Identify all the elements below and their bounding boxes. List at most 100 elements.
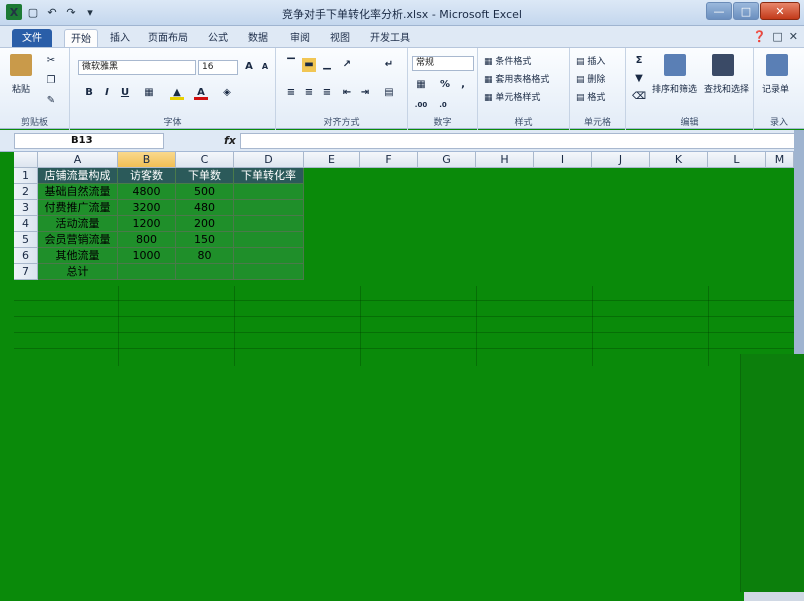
bold-button[interactable]: B bbox=[82, 86, 96, 100]
cell-d3[interactable] bbox=[234, 200, 304, 216]
cell-c4[interactable]: 200 bbox=[176, 216, 234, 232]
col-header-f[interactable]: F bbox=[360, 152, 418, 168]
cell-b6[interactable]: 1000 bbox=[118, 248, 176, 264]
col-header-h[interactable]: H bbox=[476, 152, 534, 168]
cell-a3[interactable]: 付费推广流量 bbox=[38, 200, 118, 216]
cell-b7[interactable] bbox=[118, 264, 176, 280]
percent-button[interactable]: % bbox=[438, 78, 452, 92]
sort-filter-button[interactable]: 排序和筛选 bbox=[652, 82, 697, 95]
tab-insert[interactable]: 插入 bbox=[104, 29, 136, 48]
align-middle-icon[interactable]: ▬ bbox=[302, 58, 316, 72]
grow-font-icon[interactable]: A bbox=[242, 60, 256, 74]
row-header-6[interactable]: 6 bbox=[14, 248, 38, 264]
tab-file[interactable]: 文件 bbox=[12, 29, 52, 48]
comma-button[interactable]: , bbox=[456, 78, 470, 92]
col-header-k[interactable]: K bbox=[650, 152, 708, 168]
conditional-format-button[interactable]: ▦ 条件格式 bbox=[484, 54, 531, 67]
ribbon-close-icon[interactable]: ✕ bbox=[789, 30, 798, 43]
format-painter-icon[interactable]: ✎ bbox=[44, 94, 58, 108]
format-as-table-button[interactable]: ▦ 套用表格格式 bbox=[484, 72, 549, 85]
cell-a1[interactable]: 店铺流量构成 bbox=[38, 168, 118, 184]
cell-styles-button[interactable]: ▦ 单元格样式 bbox=[484, 90, 540, 103]
cell-a5[interactable]: 会员营销流量 bbox=[38, 232, 118, 248]
fill-color-icon[interactable]: ▲ bbox=[170, 86, 184, 100]
col-header-i[interactable]: I bbox=[534, 152, 592, 168]
cell-b3[interactable]: 3200 bbox=[118, 200, 176, 216]
row-header-2[interactable]: 2 bbox=[14, 184, 38, 200]
cell-b5[interactable]: 800 bbox=[118, 232, 176, 248]
tab-page-layout[interactable]: 页面布局 bbox=[142, 29, 194, 48]
col-header-e[interactable]: E bbox=[304, 152, 360, 168]
tab-formulas[interactable]: 公式 bbox=[202, 29, 234, 48]
italic-button[interactable]: I bbox=[100, 86, 114, 100]
clear-icon[interactable]: ⌫ bbox=[632, 90, 646, 104]
minimize-button[interactable]: — bbox=[706, 2, 732, 20]
shrink-font-icon[interactable]: A bbox=[258, 60, 272, 74]
align-top-icon[interactable]: ▔ bbox=[284, 58, 298, 72]
decrease-decimal-icon[interactable]: .0 bbox=[436, 98, 450, 112]
insert-function-icon[interactable]: fx bbox=[224, 134, 236, 147]
font-size-box[interactable]: 16 bbox=[198, 60, 238, 75]
col-header-g[interactable]: G bbox=[418, 152, 476, 168]
cell-d2[interactable] bbox=[234, 184, 304, 200]
col-header-a[interactable]: A bbox=[38, 152, 118, 168]
formula-input[interactable] bbox=[240, 133, 796, 149]
find-select-icon[interactable] bbox=[712, 54, 734, 76]
close-button[interactable]: ✕ bbox=[760, 2, 800, 20]
paste-icon[interactable] bbox=[10, 54, 32, 76]
col-header-d[interactable]: D bbox=[234, 152, 304, 168]
increase-indent-icon[interactable]: ⇥ bbox=[358, 86, 372, 100]
align-center-icon[interactable]: ≡ bbox=[302, 86, 316, 100]
currency-icon[interactable]: ▦ bbox=[414, 78, 428, 92]
cell-b2[interactable]: 4800 bbox=[118, 184, 176, 200]
increase-decimal-icon[interactable]: .00 bbox=[414, 98, 428, 112]
tab-view[interactable]: 视图 bbox=[324, 29, 356, 48]
cell-d7[interactable] bbox=[234, 264, 304, 280]
merge-center-icon[interactable]: ▤ bbox=[382, 86, 396, 100]
row-header-3[interactable]: 3 bbox=[14, 200, 38, 216]
sort-filter-icon[interactable] bbox=[664, 54, 686, 76]
align-bottom-icon[interactable]: ▁ bbox=[320, 58, 334, 72]
cell-d6[interactable] bbox=[234, 248, 304, 264]
ribbon-minimize-icon[interactable]: □ bbox=[772, 30, 782, 43]
cell-a7[interactable]: 总计 bbox=[38, 264, 118, 280]
paste-button[interactable]: 粘贴 bbox=[12, 82, 30, 95]
select-all-corner[interactable] bbox=[14, 152, 38, 168]
row-header-7[interactable]: 7 bbox=[14, 264, 38, 280]
delete-cells-button[interactable]: ▤ 删除 bbox=[576, 72, 605, 85]
col-header-l[interactable]: L bbox=[708, 152, 766, 168]
col-header-c[interactable]: C bbox=[176, 152, 234, 168]
border-icon[interactable]: ▦ bbox=[142, 86, 156, 100]
fill-icon[interactable]: ▼ bbox=[632, 72, 646, 86]
copy-icon[interactable]: ❐ bbox=[44, 74, 58, 88]
tab-review[interactable]: 审阅 bbox=[284, 29, 316, 48]
insert-cells-button[interactable]: ▤ 插入 bbox=[576, 54, 605, 67]
row-header-1[interactable]: 1 bbox=[14, 168, 38, 184]
col-header-j[interactable]: J bbox=[592, 152, 650, 168]
cell-b1[interactable]: 访客数 bbox=[118, 168, 176, 184]
tab-data[interactable]: 数据 bbox=[242, 29, 274, 48]
maximize-button[interactable]: □ bbox=[733, 2, 759, 20]
col-header-m[interactable]: M bbox=[766, 152, 794, 168]
phonetic-icon[interactable]: ◈ bbox=[220, 86, 234, 100]
cut-icon[interactable]: ✂ bbox=[44, 54, 58, 68]
tab-home[interactable]: 开始 bbox=[64, 29, 98, 48]
align-left-icon[interactable]: ≡ bbox=[284, 86, 298, 100]
cell-c3[interactable]: 480 bbox=[176, 200, 234, 216]
align-right-icon[interactable]: ≡ bbox=[320, 86, 334, 100]
cell-a4[interactable]: 活动流量 bbox=[38, 216, 118, 232]
cell-a2[interactable]: 基础自然流量 bbox=[38, 184, 118, 200]
autosum-icon[interactable]: Σ bbox=[632, 54, 646, 68]
form-icon[interactable] bbox=[766, 54, 788, 76]
cell-c1[interactable]: 下单数 bbox=[176, 168, 234, 184]
cell-b4[interactable]: 1200 bbox=[118, 216, 176, 232]
cell-d5[interactable] bbox=[234, 232, 304, 248]
row-header-5[interactable]: 5 bbox=[14, 232, 38, 248]
help-icon[interactable]: ❓ bbox=[753, 30, 767, 43]
name-box[interactable]: B13 bbox=[14, 133, 164, 149]
cell-c2[interactable]: 500 bbox=[176, 184, 234, 200]
col-header-b[interactable]: B bbox=[118, 152, 176, 168]
record-form-button[interactable]: 记录单 bbox=[762, 82, 789, 95]
row-header-4[interactable]: 4 bbox=[14, 216, 38, 232]
cell-c7[interactable] bbox=[176, 264, 234, 280]
